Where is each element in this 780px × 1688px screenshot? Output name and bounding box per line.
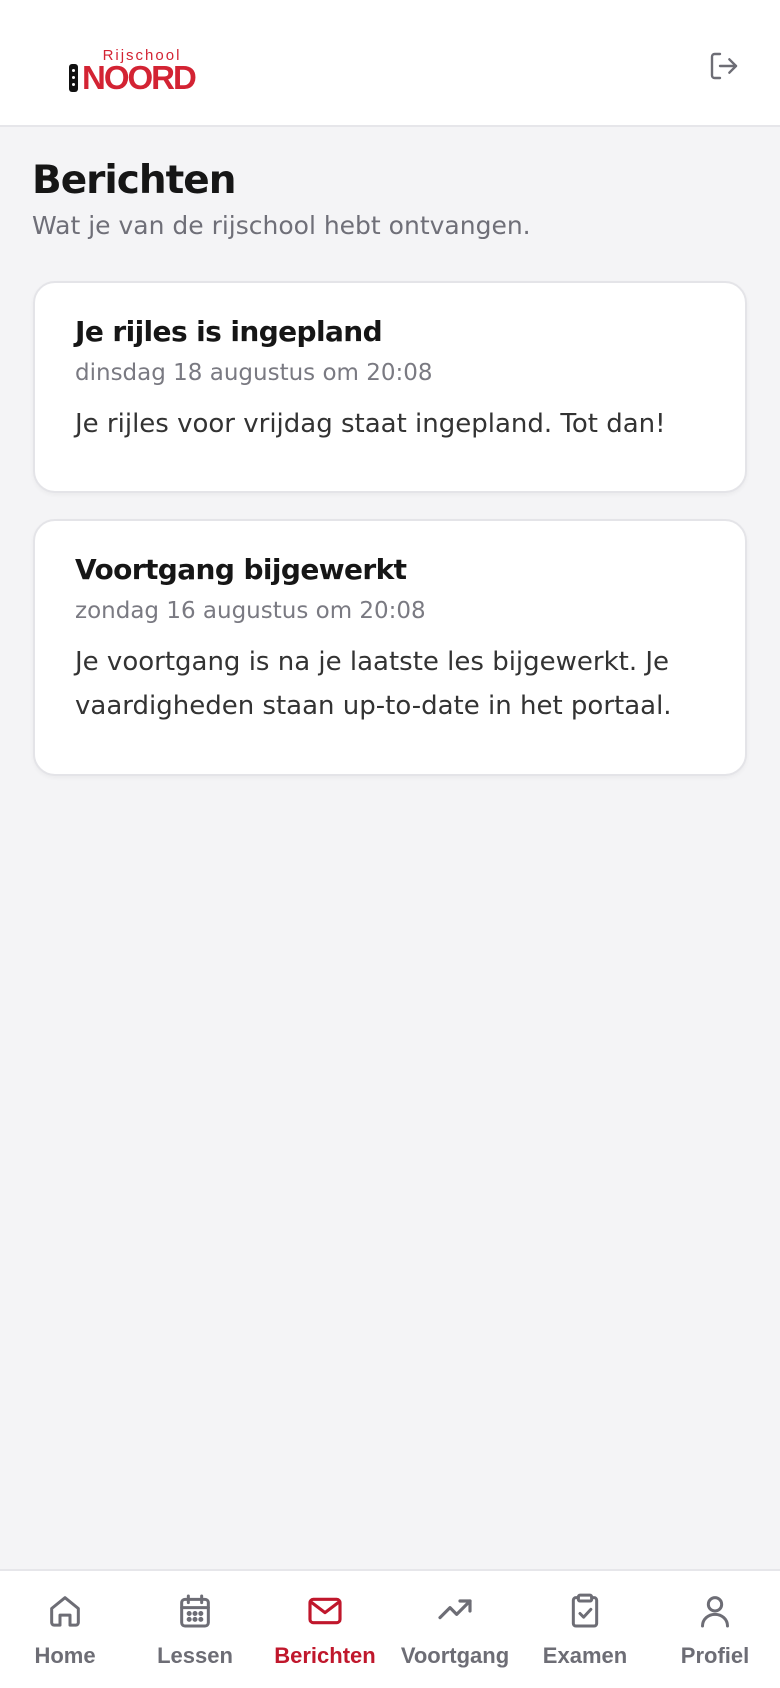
nav-item-lessen[interactable]: Lessen xyxy=(130,1571,260,1688)
bottom-navigation: Home Lessen Berichten Voortgang Examen P… xyxy=(0,1569,780,1688)
nav-label-home: Home xyxy=(34,1643,96,1668)
message-body: Je voortgang is na je laatste les bijgew… xyxy=(75,647,672,721)
calendar-icon xyxy=(180,1594,210,1628)
nav-item-voortgang[interactable]: Voortgang xyxy=(390,1571,520,1688)
home-icon xyxy=(50,1596,80,1627)
trending-up-icon xyxy=(438,1599,472,1620)
page-title: Berichten xyxy=(32,158,237,203)
nav-item-examen[interactable]: Examen xyxy=(520,1571,650,1688)
top-header: Rijschool NOORD xyxy=(0,0,780,127)
message-card[interactable]: Voortgang bijgewerkt zondag 16 augustus … xyxy=(33,519,747,776)
nav-label-examen: Examen xyxy=(542,1643,628,1668)
brand-logo[interactable]: Rijschool NOORD xyxy=(68,48,203,96)
nav-item-berichten[interactable]: Berichten xyxy=(260,1571,390,1688)
nav-label-lessen: Lessen xyxy=(157,1643,233,1668)
message-card[interactable]: Je rijles is ingepland dinsdag 18 august… xyxy=(33,281,747,493)
page-subtitle: Wat je van de rijschool hebt ontvangen. xyxy=(32,211,531,240)
app: Rijschool NOORD Berichten Wat je van de … xyxy=(0,0,780,1688)
nav-item-profiel[interactable]: Profiel xyxy=(650,1571,780,1688)
message-title: Voortgang bijgewerkt xyxy=(75,553,407,586)
traffic-light-icon xyxy=(69,64,78,92)
logout-icon xyxy=(710,52,738,80)
message-title: Je rijles is ingepland xyxy=(75,315,383,348)
clipboard-check-icon xyxy=(571,1593,599,1628)
logout-button[interactable] xyxy=(702,44,746,88)
mail-icon xyxy=(308,1597,342,1625)
nav-label-berichten: Berichten xyxy=(274,1643,376,1668)
logo-main-text: NOORD xyxy=(82,59,197,96)
message-body: Je rijles voor vrijdag staat ingepland. … xyxy=(75,409,666,439)
user-icon xyxy=(701,1596,729,1628)
nav-label-voortgang: Voortgang xyxy=(400,1643,510,1668)
nav-label-profiel: Profiel xyxy=(680,1643,750,1668)
nav-item-home[interactable]: Home xyxy=(0,1571,130,1688)
message-date: zondag 16 augustus om 20:08 xyxy=(75,598,426,624)
message-date: dinsdag 18 augustus om 20:08 xyxy=(75,360,433,386)
